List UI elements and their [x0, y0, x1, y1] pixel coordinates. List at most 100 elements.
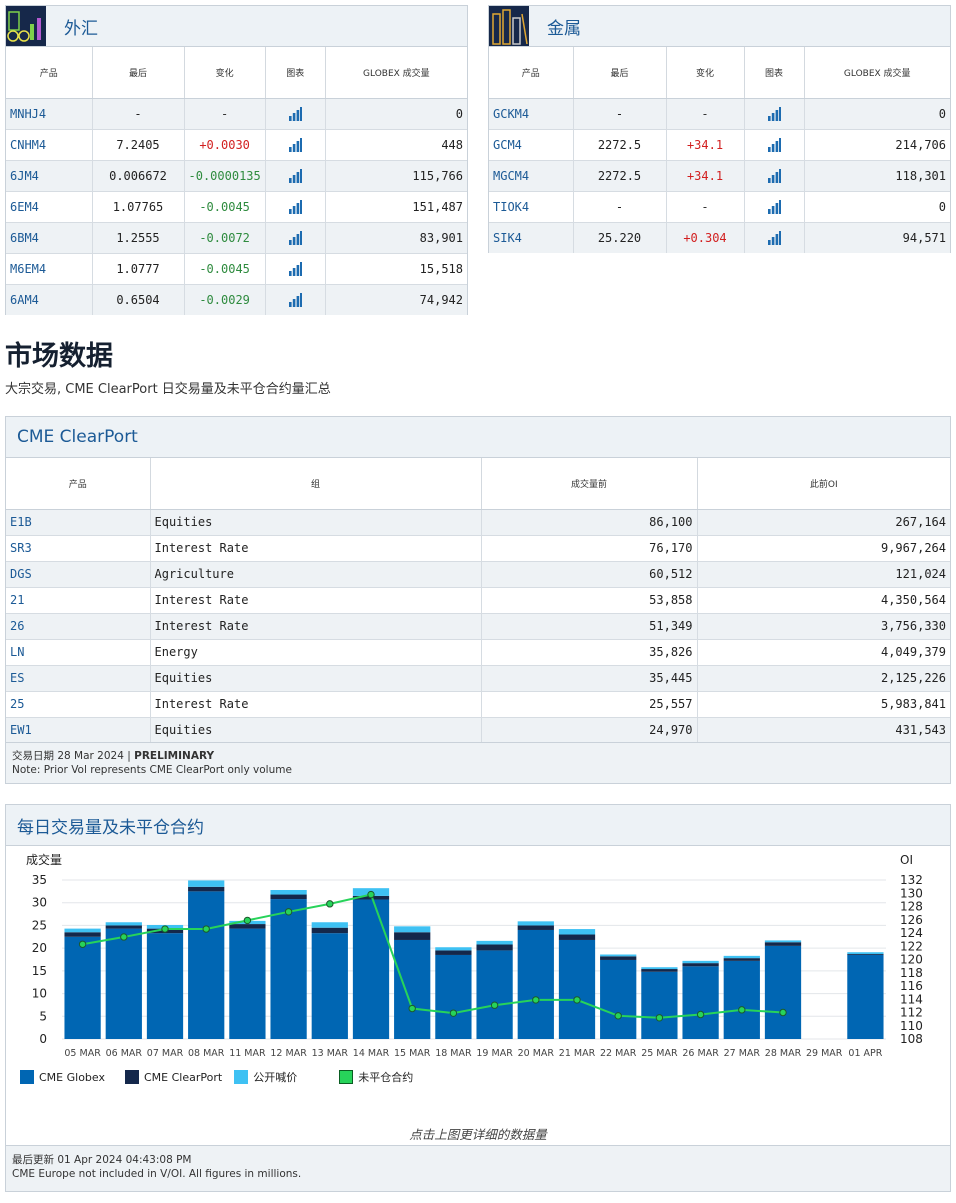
product-code-link[interactable]: GCM4 [489, 128, 574, 160]
product-group: Equities [150, 508, 482, 535]
chart-cell[interactable] [265, 128, 326, 160]
price-change: -0.0045 [184, 190, 266, 222]
clearport-footer-note: Note: Prior Vol represents CME ClearPort… [12, 764, 292, 776]
product-code-link[interactable]: SR3 [6, 534, 151, 561]
product-code-link[interactable]: GCKM4 [489, 97, 574, 129]
chart-cell[interactable] [744, 159, 805, 191]
table-row: MNHJ4- -0 [6, 97, 467, 129]
metals-header-chart: 图表 [744, 47, 805, 99]
clearport-trade-date: 交易日期 28 Mar 2024 | [12, 750, 135, 762]
metals-header-last: 最后 [573, 47, 667, 99]
fx-panel-header: 外汇 [6, 6, 467, 47]
table-row: SIK4 25.220 +0.304 94,571 [489, 221, 950, 253]
bar-chart-icon[interactable] [288, 261, 303, 276]
table-row: GCM4 2272.5 +34.1 214,706 [489, 128, 950, 160]
chart-cell[interactable] [744, 128, 805, 160]
bar-chart-icon[interactable] [767, 106, 781, 121]
bar-chart-icon[interactable] [288, 293, 303, 307]
table-row: 6AM4 0.6504 -0.0029 74,942 [6, 283, 467, 315]
table-row: CNHM4 7.2405 +0.0030 448 [6, 128, 467, 160]
clearport-header-product: 产品 [6, 458, 151, 510]
bar-chart-icon[interactable] [767, 231, 781, 245]
product-code-link[interactable]: E1B [6, 508, 151, 535]
product-code-link[interactable]: 25 [6, 690, 151, 717]
chart-cell[interactable] [744, 190, 805, 222]
price-change: +0.304 [666, 221, 745, 253]
fx-table: 产品 最后 变化 图表 GLOBEX 成交量 MNHJ4- -0 CNHM4 7.24… [6, 47, 467, 315]
prior-oi: 3,756,330 [697, 612, 950, 639]
product-code-link[interactable]: TIOK4 [489, 190, 574, 222]
last-price: 0.006672 [92, 159, 185, 191]
product-code-link[interactable]: EW1 [6, 716, 151, 743]
table-row: 6EM4 1.07765 -0.0045 151,487 [6, 190, 467, 222]
price-change: +34.1 [666, 159, 745, 191]
product-code-link[interactable]: 6AM4 [6, 283, 93, 315]
bar-chart-icon[interactable] [767, 168, 781, 183]
legend-item-outcry[interactable]: 公开喊价 [234, 1069, 297, 1085]
chart-cell[interactable] [265, 97, 326, 129]
clearport-table: 产品 组 成交量前 此前OI E1B Equities 86,100 267,164 S… [6, 458, 950, 743]
bar-chart-icon[interactable] [288, 230, 303, 245]
chart-cell[interactable] [265, 283, 326, 315]
product-code-link[interactable]: CNHM4 [6, 128, 93, 160]
bar-chart-icon[interactable] [767, 199, 781, 214]
product-code-link[interactable]: 21 [6, 586, 151, 613]
fx-header-product: 产品 [6, 47, 93, 99]
chart-cell[interactable] [265, 252, 326, 284]
bar-chart-icon[interactable] [288, 168, 303, 183]
legend-swatch-globex [20, 1070, 34, 1084]
fx-header-volume: GLOBEX 成交量 [325, 47, 467, 99]
price-change: -0.0072 [184, 221, 266, 253]
chart-cell[interactable] [265, 221, 326, 253]
legend-label-oi: 未平仓合约 [358, 1071, 414, 1084]
product-code-link[interactable]: DGS [6, 560, 151, 587]
chart-cell[interactable] [744, 221, 805, 253]
prior-volume: 86,100 [481, 508, 698, 535]
product-code-link[interactable]: 6EM4 [6, 190, 93, 222]
chart-click-note: 点击上图更详细的数据量 [409, 1127, 547, 1142]
metals-header-product: 产品 [489, 47, 574, 99]
legend-item-clearport[interactable]: CME ClearPort [125, 1070, 222, 1084]
metals-header-volume: GLOBEX 成交量 [804, 47, 950, 99]
product-group: Interest Rate [150, 534, 482, 561]
legend-item-globex[interactable]: CME Globex [20, 1070, 105, 1084]
product-code-link[interactable]: 6JM4 [6, 159, 93, 191]
fx-panel-title: 外汇 [64, 18, 98, 39]
table-row: MGCM4 2272.5 +34.1 118,301 [489, 159, 950, 191]
product-code-link[interactable]: M6EM4 [6, 252, 93, 284]
legend-swatch-outcry [234, 1070, 249, 1084]
bar-chart-icon[interactable] [767, 137, 781, 152]
globex-volume: 15,518 [325, 252, 467, 284]
table-row: GCKM4- -0 [489, 97, 950, 129]
last-price: 1.07765 [92, 190, 185, 222]
chart-cell[interactable] [265, 190, 326, 222]
product-group: Agriculture [150, 560, 482, 587]
product-code-link[interactable]: ES [6, 664, 151, 691]
product-code-link[interactable]: 26 [6, 612, 151, 639]
product-code-link[interactable]: LN [6, 638, 151, 665]
metals-header-change: 变化 [666, 47, 745, 99]
bar-chart-icon[interactable] [288, 199, 303, 214]
chart-cell[interactable] [744, 97, 805, 129]
product-code-link[interactable]: MGCM4 [489, 159, 574, 191]
legend-label-clearport: CME ClearPort [144, 1070, 223, 1084]
prior-oi: 9,967,264 [697, 534, 950, 561]
metals-panel: 金属 产品 最后 变化 图表 GLOBEX 成交量 GCKM4- -0 GCM4 22… [488, 5, 951, 253]
table-row: ES Equities 35,445 2,125,226 [6, 664, 950, 691]
product-group: Equities [150, 716, 482, 743]
fx-header-last: 最后 [92, 47, 185, 99]
fx-panel: 外汇 产品 最后 变化 图表 GLOBEX 成交量 MNHJ4- -0 CNHM4 7… [5, 5, 468, 315]
bar-chart-icon[interactable] [288, 106, 303, 121]
chart-cell[interactable] [265, 159, 326, 191]
product-code-link[interactable]: MNHJ4 [6, 97, 93, 129]
globex-volume: 118,301 [804, 159, 950, 191]
product-code-link[interactable]: SIK4 [489, 221, 574, 253]
globex-volume: 448 [325, 128, 467, 160]
prior-volume: 53,858 [481, 586, 698, 613]
legend-swatch-clearport [125, 1070, 139, 1084]
metals-panel-title: 金属 [547, 18, 581, 39]
price-change: - [666, 97, 745, 129]
product-code-link[interactable]: 6BM4 [6, 221, 93, 253]
legend-item-oi[interactable]: 未平仓合约 [339, 1069, 413, 1085]
bar-chart-icon[interactable] [288, 137, 303, 152]
